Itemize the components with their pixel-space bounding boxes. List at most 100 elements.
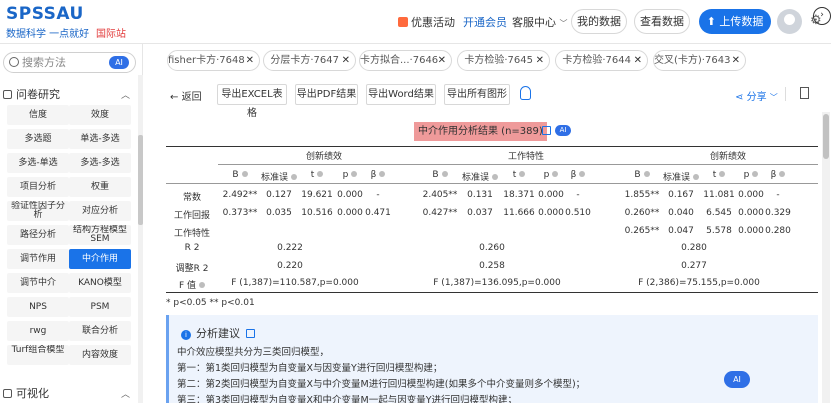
tab-item[interactable]: 交叉(卡方)·7643 ✕	[653, 50, 746, 71]
table-cell: 0.258	[432, 261, 552, 271]
group-header: 创新绩效	[622, 149, 818, 162]
tool-item[interactable]: 结构方程模型SEM	[69, 225, 131, 245]
ai-badge[interactable]: AI	[109, 56, 129, 69]
content-scroll-thumb[interactable]	[823, 114, 829, 159]
table-cell-text: 10.516	[301, 208, 333, 218]
back-button[interactable]: ← 返回	[170, 88, 202, 103]
my-data-button[interactable]: 我的数据	[571, 9, 627, 34]
tool-item[interactable]: 调节作用	[7, 249, 69, 269]
upload-data-button[interactable]: ⬆ 上传数据	[699, 9, 771, 34]
tab-item[interactable]: 分层卡方·7647 ✕	[263, 50, 356, 71]
tool-item[interactable]: 单选-多选	[69, 129, 131, 149]
close-icon[interactable]: ✕	[634, 51, 642, 70]
tab-item[interactable]: 卡方检验·7644 ✕	[555, 50, 648, 71]
table-rule	[166, 146, 818, 147]
tool-item[interactable]: 中介作用	[69, 249, 131, 269]
tool-item[interactable]: 对应分析	[69, 201, 131, 221]
tool-item[interactable]: 多选题	[7, 129, 69, 149]
close-icon[interactable]: ✕	[342, 51, 350, 70]
close-icon[interactable]: ✕	[732, 51, 740, 70]
search-input[interactable]: 搜索方法 AI	[3, 52, 136, 73]
document-icon[interactable]	[800, 87, 809, 99]
table-cell-text: 0.222	[277, 243, 303, 253]
chevron-up-icon[interactable]: ︿	[121, 387, 130, 400]
nav-vip[interactable]: 开通会员	[463, 14, 507, 30]
tool-item[interactable]: 多选-多选	[69, 153, 131, 173]
table-cell-text: 0.258	[479, 261, 505, 271]
help-icon[interactable]	[552, 171, 559, 177]
nav-service[interactable]: 客服中心 ﹀	[512, 14, 568, 30]
tool-item[interactable]: NPS	[7, 297, 69, 317]
tool-item[interactable]: 调节中介	[7, 273, 69, 293]
export-figures-button[interactable]: 导出所有图形	[444, 84, 510, 105]
section-questionnaire[interactable]: 问卷研究	[3, 86, 60, 102]
avatar[interactable]	[777, 9, 802, 34]
tool-item[interactable]: 多选-单选	[7, 153, 69, 173]
tool-item[interactable]: KANO模型	[69, 273, 131, 293]
table-cell: -	[562, 190, 594, 200]
table-cell-text: -	[776, 190, 780, 200]
tool-item[interactable]: 权重	[69, 177, 131, 197]
tool-item[interactable]: 效度	[69, 105, 131, 125]
copy-icon[interactable]	[542, 126, 551, 135]
group-header-text: 工作特性	[507, 152, 544, 162]
logo[interactable]: SPSSAU 数据科学 一点就好 国际站	[6, 4, 136, 40]
tool-item[interactable]: 项目分析	[7, 177, 69, 197]
help-icon[interactable]	[441, 171, 448, 177]
table-cell-text: 0.260**	[624, 208, 660, 218]
help-icon[interactable]	[752, 171, 759, 177]
tool-item[interactable]: Turf组合模型	[7, 345, 69, 365]
tool-item[interactable]: 路径分析	[7, 225, 69, 245]
tab-next-icon[interactable]: ›	[813, 7, 831, 25]
intl-link[interactable]: 国际站	[96, 25, 126, 40]
close-icon[interactable]: ✕	[246, 51, 254, 70]
nav-promo[interactable]: 优惠活动	[398, 14, 455, 30]
help-icon[interactable]	[579, 171, 586, 177]
help-icon[interactable]	[719, 171, 726, 177]
help-icon[interactable]	[779, 171, 786, 177]
close-icon[interactable]: ✕	[536, 51, 544, 70]
copy-icon[interactable]	[246, 329, 255, 338]
column-header-text: 标准误	[662, 173, 690, 183]
tool-item[interactable]: 联合分析	[69, 321, 131, 341]
tool-item[interactable]: 内容效度	[69, 345, 131, 365]
close-icon[interactable]: ✕	[438, 51, 446, 70]
help-icon[interactable]	[241, 171, 248, 177]
advice-title: i 分析建议	[181, 325, 255, 341]
tab-item[interactable]: 卡方检验·7645 ✕	[457, 50, 550, 71]
export-pdf-button[interactable]: 导出PDF结果	[295, 84, 358, 105]
export-word-button[interactable]: 导出Word结果	[366, 84, 436, 105]
column-header-text: B	[634, 170, 641, 180]
row-label: 工作特性	[166, 226, 218, 239]
gift-icon	[398, 17, 408, 27]
tool-item[interactable]: PSM	[69, 297, 131, 317]
table-cell-text: 11.666	[503, 208, 535, 218]
help-icon[interactable]	[351, 171, 358, 177]
advice-line: 第二：第2类回归模型为自变量X与中介变量M进行回归模型构建(如果多个中介变量则多…	[177, 379, 586, 390]
section-visualization[interactable]: 可视化	[3, 385, 49, 401]
sidebar-scrollbar[interactable]	[138, 75, 143, 403]
help-icon[interactable]	[519, 171, 526, 177]
table-cell: 0.131	[456, 190, 504, 200]
tab-item[interactable]: 卡方拟合...·7646 ✕	[359, 50, 452, 71]
view-data-button[interactable]: 查看数据	[634, 9, 690, 34]
row-label: R 2	[166, 243, 218, 253]
export-excel-button[interactable]: 导出EXCEL表格	[217, 84, 287, 119]
table-cell: 0.471	[362, 208, 394, 218]
help-icon[interactable]	[379, 171, 386, 177]
share-button[interactable]: ⋖ 分享 ﹀	[735, 88, 778, 103]
chevron-up-icon[interactable]: ︿	[121, 88, 130, 101]
lightbulb-icon[interactable]	[520, 86, 531, 100]
column-header-text: β	[570, 170, 577, 180]
tool-item[interactable]: 验证性因子分析	[7, 201, 69, 221]
tool-item[interactable]: 信度	[7, 105, 69, 125]
sidebar-scroll-thumb[interactable]	[138, 135, 143, 225]
help-icon[interactable]	[643, 171, 650, 177]
help-icon[interactable]	[317, 171, 324, 177]
tab-item[interactable]: fisher卡方·7648 ✕	[167, 50, 260, 71]
tool-item[interactable]: rwg	[7, 321, 69, 341]
content-scrollbar[interactable]	[822, 112, 830, 403]
table-ai-badge[interactable]: AI	[555, 125, 571, 136]
help-icon[interactable]	[199, 282, 206, 288]
floating-ai-button[interactable]: AI	[724, 371, 750, 388]
